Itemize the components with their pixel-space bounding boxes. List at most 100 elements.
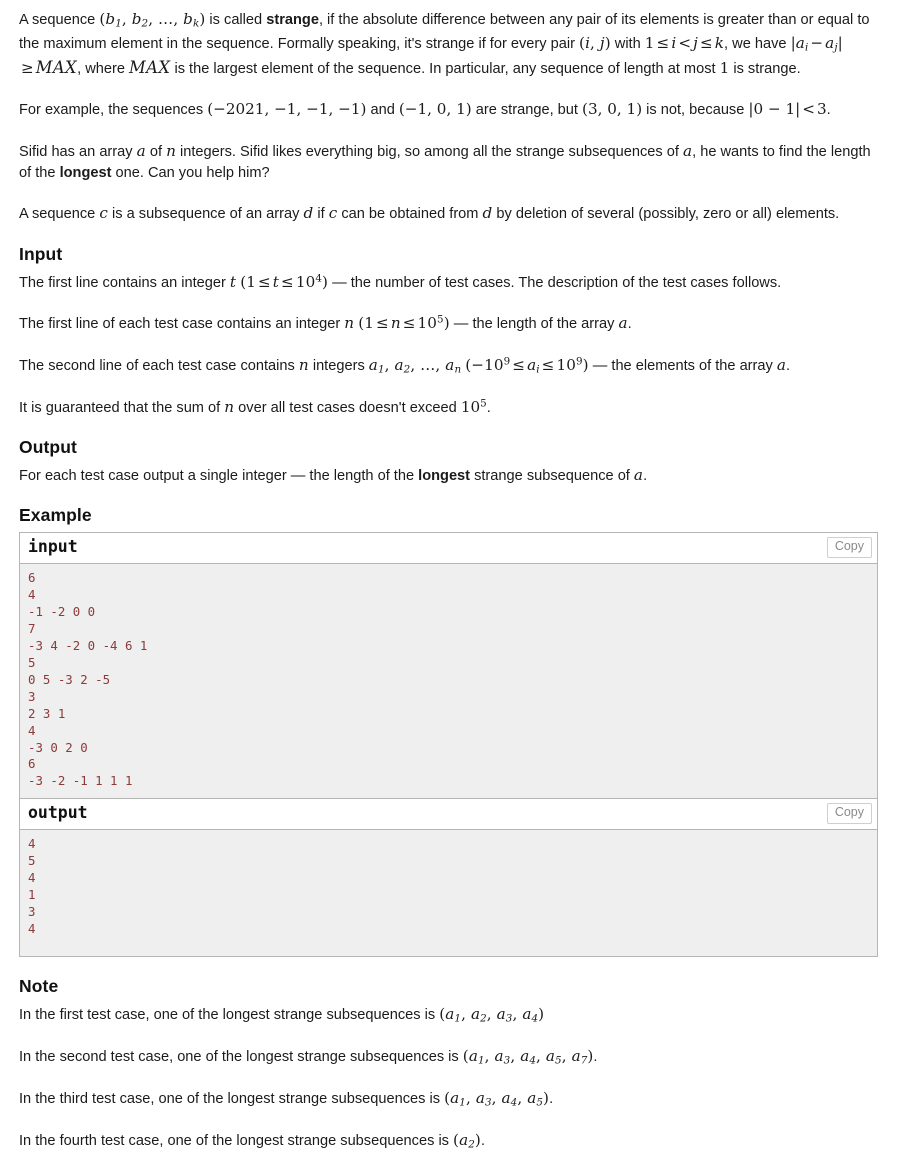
definition-text-mid: is called — [205, 12, 267, 28]
t-math: t — [229, 272, 237, 291]
d-math-2: d — [482, 204, 493, 223]
note-4-sequence-math: (a2) — [453, 1130, 481, 1151]
note-item-3: In the third test case, one of the longe… — [19, 1087, 878, 1111]
output-paragraph: For each test case output a single integ… — [19, 464, 878, 487]
definition-tail-2: is strange. — [729, 60, 801, 77]
array-a-math: a — [136, 141, 146, 160]
sum-bound-math: 105 — [460, 397, 487, 416]
sample-output-label: output — [28, 803, 88, 823]
note-2-end: . — [593, 1049, 598, 1066]
input-p1-pre: The first line contains an integer — [19, 274, 230, 291]
max-symbol: MAX — [35, 57, 78, 77]
input-paragraph-4: It is guaranteed that the sum of n over … — [19, 396, 878, 419]
array-a-math-output: a — [633, 466, 644, 485]
note-section-heading: Note — [19, 976, 59, 997]
input-paragraph-2: The first line of each test case contain… — [19, 312, 878, 335]
input-p3-mid: integers — [308, 357, 369, 374]
note-3-sequence-math: (a1, a3, a4, a5) — [444, 1088, 550, 1109]
sample-tests: input Copy 6 4 -1 -2 0 0 7 -3 4 -2 0 -4 … — [19, 532, 878, 958]
input-p4-end: . — [486, 399, 491, 416]
output-p1-post: strange subsequence of — [470, 468, 634, 485]
input-paragraph-1: The first line contains an integer t (1 ≤… — [19, 271, 878, 294]
input-p3-pre: The second line of each test case contai… — [19, 357, 299, 374]
longest-keyword: longest — [59, 165, 112, 181]
input-p1-post: — the number of test cases. The descript… — [328, 274, 782, 291]
d-math: d — [303, 204, 314, 223]
subsequence-definition-paragraph: A sequence c is a subsequence of an arra… — [19, 202, 878, 225]
example-paragraph: For example, the sequences (−2021, −1, −… — [19, 98, 878, 121]
example-post: is not, because — [642, 102, 749, 119]
example-end: . — [826, 102, 831, 119]
range-ij-math: 1 ≤ i < j ≤ k — [644, 33, 725, 52]
ai-range-math: (−109 ≤ ai ≤109) — [465, 355, 589, 376]
array-a-math-input: a — [618, 314, 628, 333]
max-symbol-2: MAX — [129, 57, 171, 77]
sample-output-box: output Copy 4 5 4 1 3 4 — [19, 798, 878, 958]
we-have-word: , we have — [724, 35, 791, 52]
definition-paragraph: A sequence (b1, b2, …, bk) is called str… — [19, 8, 878, 80]
copy-output-button[interactable]: Copy — [826, 803, 872, 824]
n-range-math: (1 ≤ n ≤105) — [358, 313, 450, 333]
sample-output-data: 4 5 4 1 3 4 — [20, 830, 877, 957]
strange-keyword: strange — [266, 12, 319, 28]
example-mid: are strange, but — [471, 102, 583, 119]
sample-input-header: input Copy — [20, 533, 877, 565]
one-literal: 1 — [719, 58, 730, 77]
sifid-paragraph: Sifid has an array a of n integers. Sifi… — [19, 140, 878, 185]
array-a-math-elements: a — [776, 355, 787, 374]
sequence-1-math: (−2021, −1, −1, −1) — [207, 100, 367, 119]
input-paragraph-3: The second line of each test case contai… — [19, 354, 878, 378]
output-section-heading: Output — [19, 437, 77, 458]
n-math-count: n — [298, 355, 309, 374]
elements-list-math: a1, a2, …, an — [368, 355, 462, 376]
subseq-mid-3: can be obtained from — [337, 206, 483, 223]
subseq-mid-2: if — [313, 206, 329, 223]
geq-operator: ≥ — [21, 58, 34, 77]
note-1-sequence-math: (a1, a2, a3, a4) — [439, 1005, 545, 1025]
sifid-mid-2: integers. Sifid likes everything big, so… — [175, 143, 683, 160]
example-section-heading: Example — [19, 505, 92, 526]
output-p1-pre: For each test case output a single integ… — [19, 468, 419, 485]
inequality-math: |0 − 1| <3 — [748, 100, 827, 119]
sample-input-label: input — [28, 537, 78, 557]
input-p3-end: . — [786, 357, 791, 374]
longest-keyword-output: longest — [418, 468, 471, 485]
with-word: with — [610, 35, 645, 52]
pair-ij-math: (i, j) — [579, 33, 611, 52]
example-pre: For example, the sequences — [19, 102, 208, 119]
subseq-post: by deletion of several (possibly, zero o… — [492, 206, 840, 223]
sifid-pre: Sifid has an array — [19, 143, 137, 160]
sequence-b-math: (b1, b2, …, bk) — [99, 10, 206, 30]
input-section-heading: Input — [19, 243, 63, 264]
input-p2-pre: The first line of each test case contain… — [19, 316, 345, 333]
input-p2-end: . — [627, 316, 632, 333]
input-p4-mid: over all test cases doesn't exceed — [234, 399, 461, 416]
definition-tail: is the largest element of the sequence. … — [170, 60, 720, 77]
n-math-sum: n — [224, 397, 235, 416]
note-item-1: In the first test case, one of the longe… — [19, 1003, 878, 1027]
note-4-end: . — [480, 1132, 485, 1149]
note-2-pre: In the second test case, one of the long… — [19, 1049, 463, 1066]
note-block: In the first test case, one of the longe… — [19, 1003, 878, 1152]
n-math: n — [166, 141, 176, 160]
note-1-pre: In the first test case, one of the longe… — [19, 1007, 440, 1024]
problem-statement-page: A sequence (b1, b2, …, bk) is called str… — [0, 0, 897, 1153]
copy-input-button[interactable]: Copy — [826, 537, 872, 559]
sample-input-data: 6 4 -1 -2 0 0 7 -3 4 -2 0 -4 6 1 5 0 5 -… — [20, 564, 877, 799]
array-a-math-2: a — [682, 141, 693, 160]
note-3-pre: In the third test case, one of the longe… — [19, 1090, 445, 1107]
sifid-post: one. Can you help him? — [111, 165, 270, 181]
note-item-4: In the fourth test case, one of the long… — [19, 1129, 878, 1153]
sifid-mid-1: of — [145, 143, 167, 160]
subseq-mid-1: is a subsequence of an array — [107, 206, 304, 223]
definition-text-pre: A sequence — [19, 12, 100, 28]
t-range-math: (1 ≤ t ≤104) — [240, 272, 329, 291]
input-p4-pre: It is guaranteed that the sum of — [19, 399, 225, 416]
note-2-sequence-math: (a1, a3, a4, a5, a7) — [462, 1047, 594, 1067]
input-p2-post: — the length of the array — [449, 316, 619, 333]
sample-output-header: output Copy — [20, 799, 877, 831]
subseq-pre: A sequence — [19, 206, 100, 223]
sequence-2-math: (−1, 0, 1) — [398, 100, 472, 119]
output-p1-end: . — [643, 468, 648, 485]
